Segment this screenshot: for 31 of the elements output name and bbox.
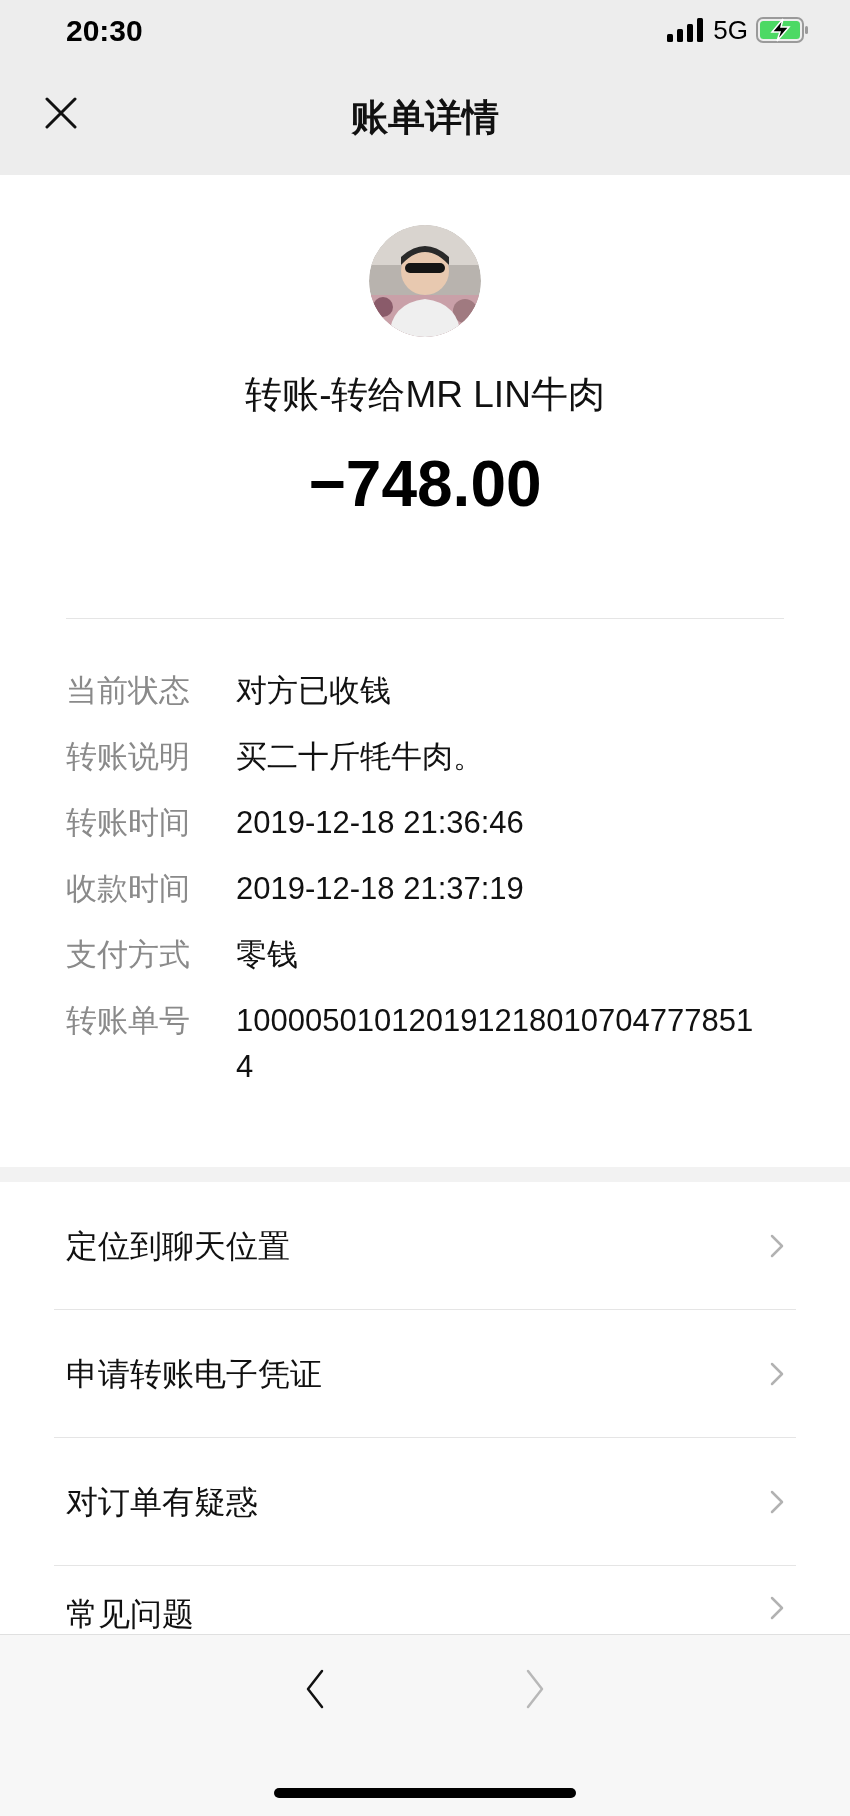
- detail-value: 对方已收钱: [236, 672, 392, 710]
- status-time: 20:30: [66, 12, 143, 49]
- chevron-left-icon: [305, 1669, 325, 1709]
- menu-item[interactable]: 对订单有疑惑: [54, 1438, 796, 1566]
- chevron-right-icon: [525, 1669, 545, 1709]
- detail-label: 转账单号: [66, 1002, 191, 1040]
- detail-label: 支付方式: [66, 936, 191, 974]
- close-icon: [45, 97, 77, 129]
- detail-value: 买二十斤牦牛肉。: [236, 738, 485, 776]
- page-title: 账单详情: [351, 95, 499, 140]
- chevron-right-icon: [770, 1596, 784, 1620]
- chevron-right-icon: [770, 1489, 784, 1514]
- menu-item[interactable]: 常见问题: [54, 1566, 796, 1634]
- chevron-right-icon: [770, 1233, 784, 1258]
- transfer-title: 转账-转给MR LIN牛肉: [245, 375, 605, 415]
- network-label: 5G: [713, 13, 748, 47]
- close-button[interactable]: [44, 96, 78, 130]
- amount: −748.00: [308, 449, 542, 519]
- menu-item[interactable]: 申请转账电子凭证: [54, 1310, 796, 1438]
- detail-value: 2019-12-18 21:37:19: [236, 870, 525, 908]
- detail-value: 零钱: [236, 936, 299, 974]
- detail-label: 转账说明: [66, 738, 191, 776]
- detail-value: 2019-12-18 21:36:46: [236, 804, 525, 842]
- menu-item[interactable]: 定位到聊天位置: [54, 1182, 796, 1310]
- signal-icon: [667, 18, 706, 42]
- battery-charging-icon: [756, 17, 810, 43]
- detail-label: 当前状态: [66, 672, 191, 710]
- detail-label: 收款时间: [66, 870, 191, 908]
- detail-value: 1000050101201912180107047778514: [236, 1002, 755, 1086]
- chevron-right-icon: [770, 1361, 784, 1386]
- detail-label: 转账时间: [66, 804, 191, 842]
